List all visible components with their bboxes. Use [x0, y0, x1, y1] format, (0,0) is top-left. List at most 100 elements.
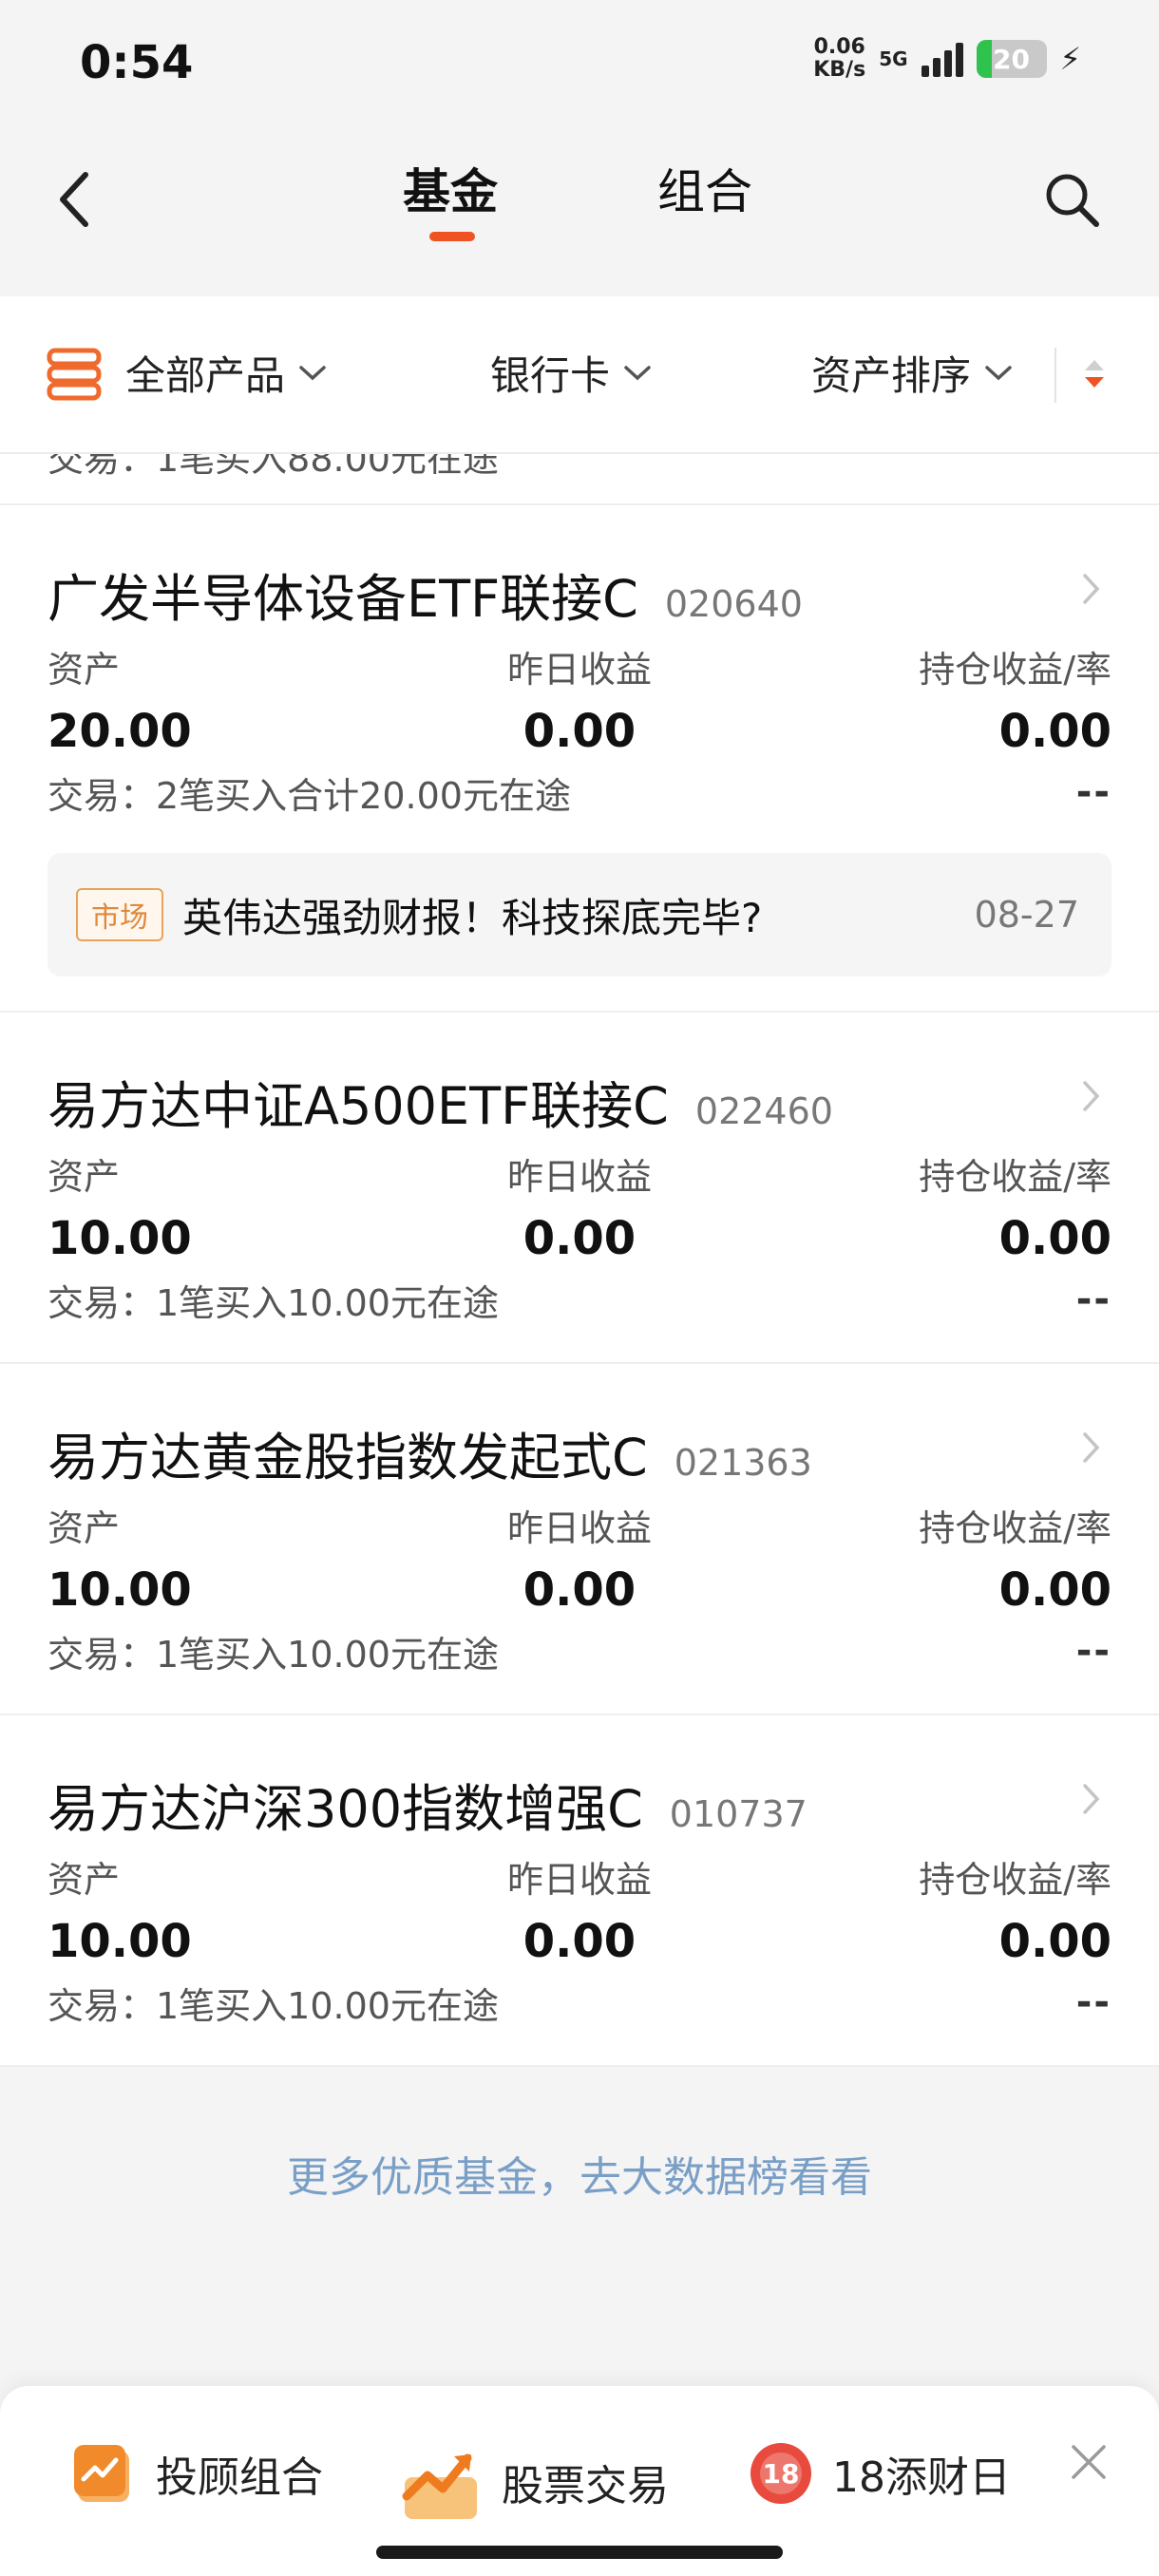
asset-label: 资产 [48, 648, 121, 691]
fund-list: 交易：1笔买入88.00元在途 广发半导体设备ETF联接C 020640 资产 … [0, 454, 1159, 2067]
search-button[interactable] [1034, 161, 1110, 237]
battery-icon: 20 [976, 40, 1047, 78]
chevron-right-icon [1083, 574, 1100, 604]
yesterday-income-label: 昨日收益 [506, 648, 652, 691]
close-button[interactable] [1060, 2434, 1117, 2491]
news-headline: 英伟达强劲财报！科技探底完毕? [182, 894, 763, 941]
trade-status: 交易：2笔买入合计20.00元在途 [48, 774, 571, 817]
trade-status: 交易：1笔买入10.00元在途 [48, 1281, 499, 1324]
fund-name: 易方达沪深300指数增强C [48, 1779, 643, 1839]
active-tab-indicator [429, 232, 475, 241]
asset-label: 资产 [48, 1506, 121, 1549]
filter-all-products-label: 全部产品 [125, 352, 286, 399]
product-stack-icon [47, 348, 102, 400]
yesterday-income-value: 0.00 [522, 1563, 636, 1617]
news-tag: 市场 [76, 888, 163, 941]
status-bar: 0:54 0.06 KB/s 5G 20 ⚡ [0, 0, 1159, 123]
asset-value: 10.00 [48, 1212, 192, 1265]
holding-income-value: 0.00 [998, 1563, 1112, 1617]
clipped-list-item: 交易：1笔买入88.00元在途 [0, 454, 1159, 505]
wealth-day-label: 18添财日 [832, 2453, 1011, 2502]
yesterday-income-label: 昨日收益 [506, 1506, 652, 1549]
asset-label: 资产 [48, 1858, 121, 1901]
filter-asset-sort-label: 资产排序 [811, 352, 972, 399]
clipped-trade-text: 交易：1笔买入88.00元在途 [48, 454, 499, 480]
network-speed-unit: KB/s [813, 58, 866, 82]
status-indicators: 0.06 KB/s 5G 20 ⚡ [813, 36, 1081, 82]
filter-divider [1054, 348, 1056, 403]
network-type: 5G [879, 47, 908, 70]
filter-all-products[interactable]: 全部产品 [46, 344, 327, 402]
close-icon [1072, 2445, 1106, 2479]
fund-code: 022460 [694, 1090, 833, 1132]
sort-order-icon[interactable] [1077, 355, 1112, 393]
chevron-right-icon [1083, 1784, 1100, 1814]
chevron-down-icon [299, 365, 326, 380]
holding-income-label: 持仓收益/率 [919, 648, 1112, 691]
stock-trend-icon [402, 2453, 477, 2519]
yesterday-income-value: 0.00 [522, 1212, 636, 1265]
signal-icon [921, 41, 963, 77]
holding-rate-value: -- [1075, 1278, 1112, 1321]
charging-icon: ⚡ [1059, 41, 1081, 77]
news-banner[interactable]: 市场 英伟达强劲财报！科技探底完毕? 08-27 [48, 853, 1112, 976]
trade-status: 交易：1笔买入10.00元在途 [48, 1633, 499, 1676]
asset-value: 20.00 [48, 705, 192, 758]
fund-card[interactable]: 易方达中证A500ETF联接C 022460 资产 昨日收益 持仓收益/率 10… [0, 1013, 1159, 1364]
chevron-left-icon [60, 172, 88, 227]
holding-income-value: 0.00 [998, 1915, 1112, 1968]
holding-income-label: 持仓收益/率 [919, 1858, 1112, 1901]
stock-trading-button[interactable]: 股票交易 [399, 2439, 669, 2525]
fund-code: 020640 [664, 583, 803, 625]
status-time: 0:54 [80, 36, 194, 89]
filter-asset-sort[interactable]: 资产排序 [811, 344, 1013, 402]
holding-income-value: 0.00 [998, 705, 1112, 758]
wealth-day-button[interactable]: 18 18添财日 [747, 2439, 1011, 2508]
yesterday-income-value: 0.00 [522, 1915, 636, 1968]
portfolio-advisory-label: 投顾组合 [156, 2453, 323, 2502]
yesterday-income-label: 昨日收益 [506, 1155, 652, 1198]
holding-rate-value: -- [1075, 1629, 1112, 1673]
chevron-right-icon [1083, 1081, 1100, 1111]
network-speed: 0.06 KB/s [813, 36, 865, 82]
svg-text:18: 18 [763, 2458, 800, 2490]
fund-name: 易方达中证A500ETF联接C [48, 1076, 669, 1136]
more-funds-link[interactable]: 更多优质基金，去大数据榜看看 [0, 2143, 1159, 2204]
fund-code: 021363 [674, 1442, 812, 1484]
news-date: 08-27 [974, 894, 1079, 936]
fund-name: 广发半导体设备ETF联接C [48, 569, 638, 629]
holding-income-label: 持仓收益/率 [919, 1155, 1112, 1198]
holding-rate-value: -- [1075, 770, 1112, 814]
home-indicator[interactable] [376, 2546, 783, 2559]
filter-bar: 全部产品 银行卡 资产排序 [0, 296, 1159, 454]
asset-label: 资产 [48, 1155, 121, 1198]
holding-income-value: 0.00 [998, 1212, 1112, 1265]
trade-status: 交易：1笔买入10.00元在途 [48, 1984, 499, 2027]
fund-code: 010737 [669, 1793, 808, 1835]
badge-18-icon: 18 [750, 2443, 811, 2504]
fund-name: 易方达黄金股指数发起式C [48, 1428, 648, 1487]
yesterday-income-label: 昨日收益 [506, 1858, 652, 1901]
battery-level: 20 [993, 43, 1031, 75]
fund-card[interactable]: 易方达黄金股指数发起式C 021363 资产 昨日收益 持仓收益/率 10.00… [0, 1364, 1159, 1715]
asset-value: 10.00 [48, 1915, 192, 1968]
chevron-down-icon [624, 365, 651, 380]
network-speed-value: 0.06 [813, 35, 865, 59]
search-icon [1046, 174, 1099, 227]
portfolio-chart-icon [74, 2445, 129, 2502]
filter-bank-card-label: 银行卡 [490, 352, 611, 399]
chevron-right-icon [1083, 1432, 1100, 1463]
asset-value: 10.00 [48, 1563, 192, 1617]
fund-card[interactable]: 广发半导体设备ETF联接C 020640 资产 昨日收益 持仓收益/率 20.0… [0, 505, 1159, 1013]
holding-rate-value: -- [1075, 1980, 1112, 2024]
portfolio-advisory-button[interactable]: 投顾组合 [70, 2439, 323, 2508]
yesterday-income-value: 0.00 [522, 705, 636, 758]
tab-combo[interactable]: 组合 [657, 154, 752, 222]
holding-income-label: 持仓收益/率 [919, 1506, 1112, 1549]
stock-trading-label: 股票交易 [502, 2462, 669, 2510]
back-button[interactable] [46, 161, 103, 237]
chevron-down-icon [985, 365, 1012, 380]
fund-card[interactable]: 易方达沪深300指数增强C 010737 资产 昨日收益 持仓收益/率 10.0… [0, 1715, 1159, 2067]
tab-fund[interactable]: 基金 [403, 154, 498, 222]
filter-bank-card[interactable]: 银行卡 [490, 344, 652, 402]
